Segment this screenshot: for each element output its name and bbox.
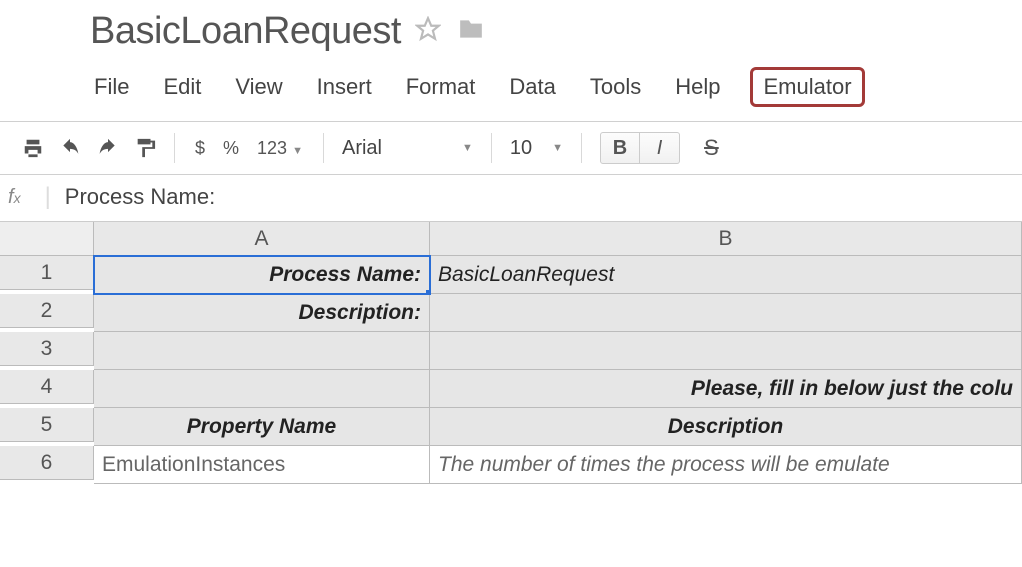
formula-bar: fx | Process Name: bbox=[0, 175, 1022, 222]
cell-B3[interactable] bbox=[430, 332, 1022, 370]
menu-edit[interactable]: Edit bbox=[159, 72, 205, 102]
formula-bar-input[interactable]: Process Name: bbox=[65, 184, 215, 210]
chevron-down-icon: ▼ bbox=[552, 142, 563, 154]
cell-B6[interactable]: The number of times the process will be … bbox=[430, 446, 1022, 484]
font-family-select[interactable]: Arial ▼ bbox=[342, 137, 473, 160]
menu-data[interactable]: Data bbox=[505, 72, 559, 102]
row-header-4[interactable]: 4 bbox=[0, 370, 94, 404]
row-header-1[interactable]: 1 bbox=[0, 256, 94, 290]
toolbar-separator bbox=[323, 133, 324, 163]
cell-B4[interactable]: Please, fill in below just the colu bbox=[430, 370, 1022, 408]
cell-A1[interactable]: Process Name: bbox=[94, 256, 430, 294]
toolbar-separator bbox=[581, 133, 582, 163]
row-header-2[interactable]: 2 bbox=[0, 294, 94, 328]
italic-button[interactable]: I bbox=[640, 132, 680, 164]
font-family-label: Arial bbox=[342, 137, 382, 160]
row-header-5[interactable]: 5 bbox=[0, 408, 94, 442]
chevron-down-icon: ▼ bbox=[292, 145, 303, 157]
fx-label: fx bbox=[8, 186, 21, 209]
cell-B1[interactable]: BasicLoanRequest bbox=[430, 256, 1022, 294]
number-format-label: 123 bbox=[257, 138, 287, 158]
toolbar: $ % 123 ▼ Arial ▼ 10 ▼ B I S bbox=[0, 121, 1022, 175]
cell-A6[interactable]: EmulationInstances bbox=[94, 446, 430, 484]
font-size-label: 10 bbox=[510, 137, 532, 160]
cell-B5[interactable]: Description bbox=[430, 408, 1022, 446]
currency-format-button[interactable]: $ bbox=[193, 138, 207, 159]
menu-bar: File Edit View Insert Format Data Tools … bbox=[90, 61, 1022, 121]
undo-icon[interactable] bbox=[58, 135, 82, 161]
row-header-3[interactable]: 3 bbox=[0, 332, 94, 366]
chevron-down-icon: ▼ bbox=[462, 142, 473, 154]
menu-format[interactable]: Format bbox=[402, 72, 480, 102]
cell-A5[interactable]: Property Name bbox=[94, 408, 430, 446]
cell-A3[interactable] bbox=[94, 332, 430, 370]
column-header-A[interactable]: A bbox=[94, 222, 430, 256]
strikethrough-button[interactable]: S bbox=[698, 135, 725, 161]
toolbar-separator bbox=[491, 133, 492, 163]
percent-format-button[interactable]: % bbox=[221, 138, 241, 159]
star-icon[interactable] bbox=[415, 16, 441, 47]
number-format-button[interactable]: 123 ▼ bbox=[255, 138, 305, 159]
cell-A2[interactable]: Description: bbox=[94, 294, 430, 332]
cell-B2[interactable] bbox=[430, 294, 1022, 332]
cell-A4[interactable] bbox=[94, 370, 430, 408]
menu-emulator[interactable]: Emulator bbox=[750, 67, 864, 107]
menu-view[interactable]: View bbox=[231, 72, 286, 102]
folder-icon[interactable] bbox=[455, 16, 487, 47]
menu-help[interactable]: Help bbox=[671, 72, 724, 102]
menu-tools[interactable]: Tools bbox=[586, 72, 645, 102]
document-title[interactable]: BasicLoanRequest bbox=[90, 10, 401, 53]
redo-icon[interactable] bbox=[96, 135, 120, 161]
formula-bar-separator: | bbox=[45, 183, 51, 211]
column-header-B[interactable]: B bbox=[430, 222, 1022, 256]
bold-button[interactable]: B bbox=[600, 132, 640, 164]
toolbar-separator bbox=[174, 133, 175, 163]
font-size-select[interactable]: 10 ▼ bbox=[510, 137, 563, 160]
menu-insert[interactable]: Insert bbox=[313, 72, 376, 102]
menu-file[interactable]: File bbox=[90, 72, 133, 102]
row-header-6[interactable]: 6 bbox=[0, 446, 94, 480]
paint-format-icon[interactable] bbox=[134, 135, 156, 161]
print-icon[interactable] bbox=[22, 135, 44, 161]
spreadsheet-grid: A B 1 Process Name: BasicLoanRequest 2 D… bbox=[0, 222, 1022, 484]
select-all-corner[interactable] bbox=[0, 222, 94, 256]
